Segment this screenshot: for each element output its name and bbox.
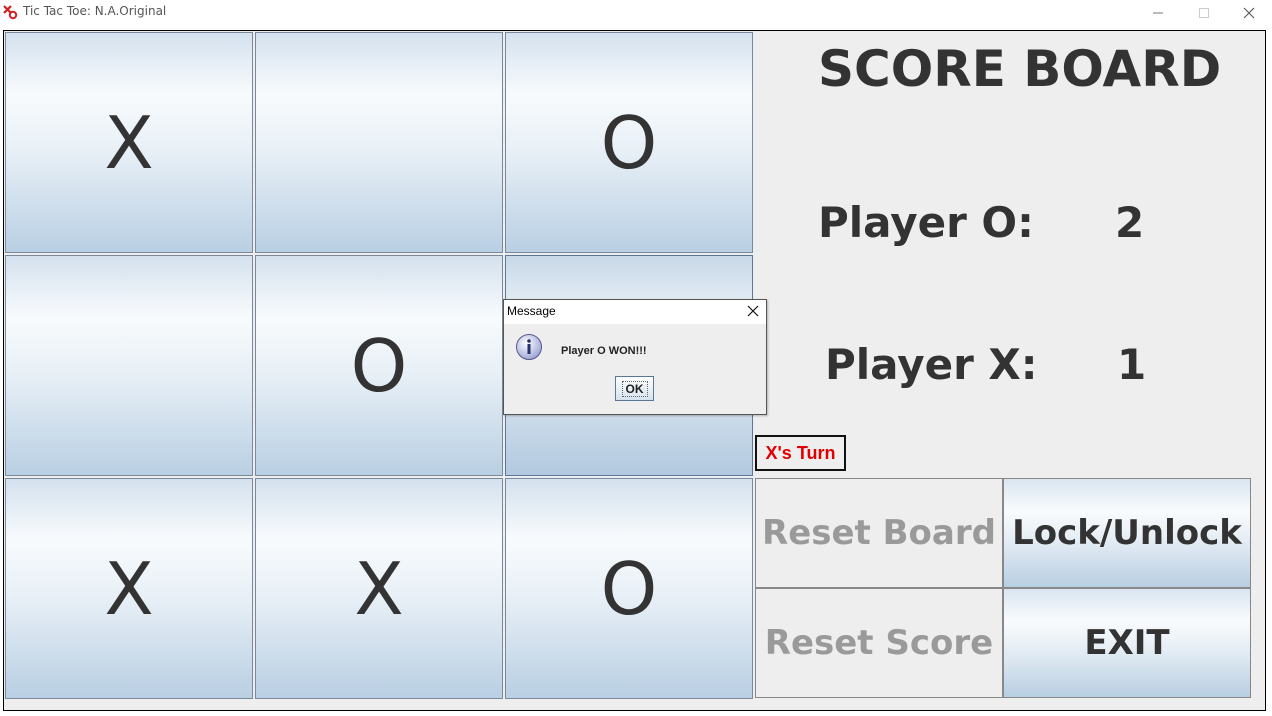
title-bar: Tic Tac Toe: N.A.Original xyxy=(0,0,1272,25)
lock-unlock-button[interactable]: Lock/Unlock xyxy=(1003,478,1251,588)
ok-button-label: OK xyxy=(621,380,648,397)
dialog-title: Message xyxy=(507,304,556,318)
board-cell-8[interactable]: X xyxy=(255,478,503,699)
dialog-title-bar: Message xyxy=(504,300,766,324)
ok-button[interactable]: OK xyxy=(615,376,654,401)
tic-tac-toe-app-icon xyxy=(3,5,18,20)
message-dialog: Message Player O WON!!! OK xyxy=(503,299,767,415)
board-cell-7[interactable]: X xyxy=(5,478,253,699)
scoreboard-title: SCORE BOARD xyxy=(818,40,1222,98)
reset-score-button[interactable]: Reset Score xyxy=(755,588,1003,698)
board-cell-5[interactable]: O xyxy=(255,255,503,476)
board-cell-9[interactable]: O xyxy=(505,478,753,699)
dialog-message: Player O WON!!! xyxy=(561,345,647,357)
player-o-score: 2 xyxy=(1115,198,1145,247)
minimize-icon xyxy=(1153,12,1163,13)
player-x-score: 1 xyxy=(1117,340,1147,389)
board-cell-3[interactable]: O xyxy=(505,32,753,253)
dialog-close-icon[interactable] xyxy=(746,304,760,318)
board-cell-2[interactable] xyxy=(255,32,503,253)
info-icon xyxy=(516,334,542,360)
minimize-button[interactable] xyxy=(1135,0,1181,25)
player-o-label: Player O: xyxy=(818,198,1034,247)
window-title: Tic Tac Toe: N.A.Original xyxy=(23,4,167,18)
maximize-icon xyxy=(1199,7,1209,18)
board-cell-4[interactable] xyxy=(5,255,253,476)
exit-button[interactable]: EXIT xyxy=(1003,588,1251,698)
player-x-label: Player X: xyxy=(825,340,1038,389)
maximize-button[interactable] xyxy=(1181,0,1227,25)
close-window-button[interactable] xyxy=(1226,0,1272,25)
reset-board-button[interactable]: Reset Board xyxy=(755,478,1003,588)
turn-indicator: X's Turn xyxy=(755,435,846,471)
close-icon xyxy=(1243,7,1255,18)
board-cell-1[interactable]: X xyxy=(5,32,253,253)
